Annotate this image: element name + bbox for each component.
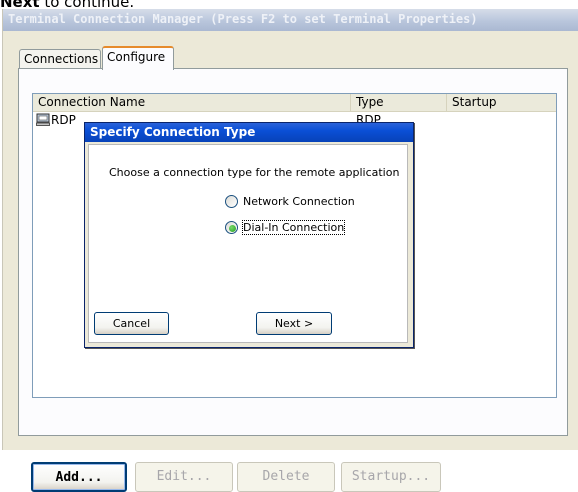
column-header-startup[interactable]: Startup — [447, 94, 558, 111]
startup-button-label: Startup... — [351, 469, 431, 484]
list-header: Connection Name Type Startup — [33, 94, 556, 112]
row-connection-name: RDP — [51, 113, 76, 127]
delete-button: Delete — [237, 462, 335, 492]
tab-configure[interactable]: Configure — [102, 46, 174, 70]
window-title-bar[interactable]: Terminal Connection Manager (Press F2 to… — [3, 9, 578, 31]
next-button[interactable]: Next > — [256, 312, 332, 335]
edit-button-label: Edit... — [156, 469, 212, 484]
tab-connections[interactable]: Connections — [19, 49, 101, 69]
edit-button: Edit... — [135, 462, 233, 492]
radio-unselected-icon — [225, 195, 238, 208]
cancel-button[interactable]: Cancel — [94, 312, 169, 335]
add-button-label: Add... — [55, 470, 103, 485]
radio-selected-icon — [225, 221, 238, 234]
column-header-type[interactable]: Type — [351, 94, 447, 111]
specify-connection-type-dialog: Specify Connection Type Choose a connect… — [84, 122, 414, 348]
dialog-prompt: Choose a connection type for the remote … — [109, 166, 400, 179]
dialog-title-bar[interactable]: Specify Connection Type — [85, 123, 413, 142]
dialog-title: Specify Connection Type — [90, 125, 256, 139]
network-connection-label: Network Connection — [243, 195, 355, 208]
window-title: Terminal Connection Manager (Press F2 to… — [8, 12, 478, 26]
computer-icon — [36, 113, 50, 130]
dial-in-connection-label: Dial-In Connection — [241, 220, 346, 235]
column-header-connection-name[interactable]: Connection Name — [33, 94, 351, 111]
delete-button-label: Delete — [262, 469, 310, 484]
add-button[interactable]: Add... — [31, 462, 127, 492]
dialog-body: Choose a connection type for the remote … — [88, 144, 408, 343]
startup-button: Startup... — [341, 462, 441, 492]
